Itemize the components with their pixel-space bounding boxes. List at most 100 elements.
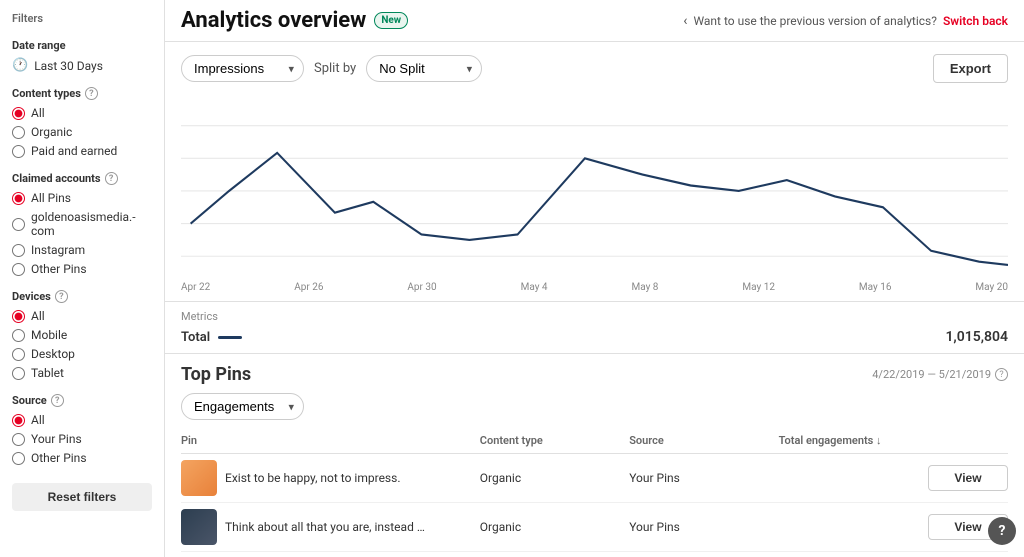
claimed-other-pins[interactable]: Other Pins [12,262,152,276]
xaxis-label-5: May 12 [742,282,775,293]
pin-thumbnail-1 [181,509,217,545]
calendar-icon: 🕐 [12,58,28,73]
split-by-label: Split by [314,61,356,76]
page-header: Analytics overview New ‹ Want to use the… [165,0,1024,42]
source-label: Source ? [12,394,152,407]
xaxis-label-7: May 20 [975,282,1008,293]
pin-thumbnail-0 [181,460,217,496]
reset-filters-button[interactable]: Reset filters [12,483,152,511]
devices-help-icon[interactable]: ? [55,290,68,303]
metrics-label: Metrics [181,310,1008,323]
top-pins-section: Top Pins 4/22/2019 — 5/21/2019 ? Engagem… [165,354,1024,557]
source-other-pins[interactable]: Other Pins [12,451,152,465]
content-type-0: Organic [480,471,629,485]
prev-version-text: Want to use the previous version of anal… [693,14,937,28]
col-source: Source [629,434,778,447]
source-all[interactable]: All [12,413,152,427]
chart-controls: Impressions Engagements Clicks Saves Spl… [181,54,1008,83]
table-header: Pin Content type Source Total engagement… [181,428,1008,454]
col-pin: Pin [181,434,480,447]
top-pins-title: Top Pins [181,364,251,385]
claimed-accounts-section: Claimed accounts ? All Pins goldenoasism… [12,172,152,276]
claimed-instagram[interactable]: Instagram [12,243,152,257]
source-your-pins[interactable]: Your Pins [12,432,152,446]
engagements-select[interactable]: Engagements Impressions Clicks Saves [181,393,304,420]
device-tablet[interactable]: Tablet [12,366,152,380]
table-row: Exist to be happy, not to impress. Organ… [181,454,1008,503]
main-content: Analytics overview New ‹ Want to use the… [165,0,1024,557]
xaxis-label-1: Apr 26 [294,282,323,293]
filters-title: Filters [12,12,152,25]
pin-text-0: Exist to be happy, not to impress. [225,471,400,485]
source-1: Your Pins [629,520,778,534]
chevron-left-icon: ‹ [683,13,687,29]
date-range-text: Last 30 Days [34,59,103,73]
new-badge: New [374,12,408,29]
top-pins-controls: Engagements Impressions Clicks Saves [181,393,1008,420]
date-range-section: Date range 🕐 Last 30 Days [12,39,152,73]
sidebar: Filters Date range 🕐 Last 30 Days Conten… [0,0,165,557]
chart-section: Impressions Engagements Clicks Saves Spl… [165,42,1024,302]
pin-cell-0: Exist to be happy, not to impress. [181,460,480,496]
xaxis-label-2: Apr 30 [407,282,436,293]
metrics-total: Total [181,330,242,345]
xaxis-label-0: Apr 22 [181,282,210,293]
split-by-select-wrap[interactable]: No Split Content type Source Device [366,55,482,82]
header-right: ‹ Want to use the previous version of an… [683,13,1008,29]
view-button-0[interactable]: View [928,465,1008,491]
help-fab-button[interactable]: ? [988,517,1016,545]
xaxis-label-6: May 16 [859,282,892,293]
content-type-paid[interactable]: Paid and earned [12,144,152,158]
content-type-1: Organic [480,520,629,534]
table-row: Think about all that you are, instead of… [181,503,1008,552]
metrics-value: 1,015,804 [945,329,1008,345]
content-types-options: All Organic Paid and earned [12,106,152,158]
source-options: All Your Pins Other Pins [12,413,152,465]
claimed-accounts-label: Claimed accounts ? [12,172,152,185]
content-types-label: Content types ? [12,87,152,100]
device-all[interactable]: All [12,309,152,323]
claimed-goldenoasis[interactable]: goldenoasismedia.-com [12,210,152,238]
device-desktop[interactable]: Desktop [12,347,152,361]
top-pins-date: 4/22/2019 — 5/21/2019 ? [872,368,1008,381]
page-title: Analytics overview [181,8,366,33]
metrics-line-indicator [218,336,242,339]
content-types-section: Content types ? All Organic Paid and ear… [12,87,152,158]
metric-select[interactable]: Impressions Engagements Clicks Saves [181,55,304,82]
chart-xaxis: Apr 22 Apr 26 Apr 30 May 4 May 8 May 12 … [181,278,1008,301]
top-pins-table: Pin Content type Source Total engagement… [181,428,1008,557]
claimed-accounts-options: All Pins goldenoasismedia.-com Instagram… [12,191,152,276]
metric-select-wrap[interactable]: Impressions Engagements Clicks Saves [181,55,304,82]
device-mobile[interactable]: Mobile [12,328,152,342]
source-0: Your Pins [629,471,778,485]
claimed-accounts-help-icon[interactable]: ? [105,172,118,185]
content-types-help-icon[interactable]: ? [85,87,98,100]
source-help-icon[interactable]: ? [51,394,64,407]
metrics-row: Total 1,015,804 [181,329,1008,345]
xaxis-label-3: May 4 [521,282,548,293]
top-pins-header: Top Pins 4/22/2019 — 5/21/2019 ? [181,364,1008,385]
top-pins-help-icon[interactable]: ? [995,368,1008,381]
engagements-select-wrap[interactable]: Engagements Impressions Clicks Saves [181,393,304,420]
date-range-value[interactable]: 🕐 Last 30 Days [12,58,152,73]
line-chart-area: .chart-line { fill: none; stroke: #1e3a5… [181,93,1008,278]
export-button[interactable]: Export [933,54,1008,83]
col-content-type: Content type [480,434,629,447]
claimed-all-pins[interactable]: All Pins [12,191,152,205]
xaxis-label-4: May 8 [632,282,659,293]
switch-back-link[interactable]: Switch back [943,14,1008,28]
pin-cell-1: Think about all that you are, instead of… [181,509,480,545]
date-range-label: Date range [12,39,152,52]
metrics-section: Metrics Total 1,015,804 [165,302,1024,354]
split-by-select[interactable]: No Split Content type Source Device [366,55,482,82]
pin-text-1: Think about all that you are, instead of… [225,520,425,534]
col-engagements: Total engagements ↓ [779,434,928,447]
content-type-organic[interactable]: Organic [12,125,152,139]
line-chart-svg: .chart-line { fill: none; stroke: #1e3a5… [181,93,1008,278]
devices-section: Devices ? All Mobile Desktop Tablet [12,290,152,380]
source-section: Source ? All Your Pins Other Pins [12,394,152,465]
total-label: Total [181,330,210,345]
devices-options: All Mobile Desktop Tablet [12,309,152,380]
devices-label: Devices ? [12,290,152,303]
content-type-all[interactable]: All [12,106,152,120]
